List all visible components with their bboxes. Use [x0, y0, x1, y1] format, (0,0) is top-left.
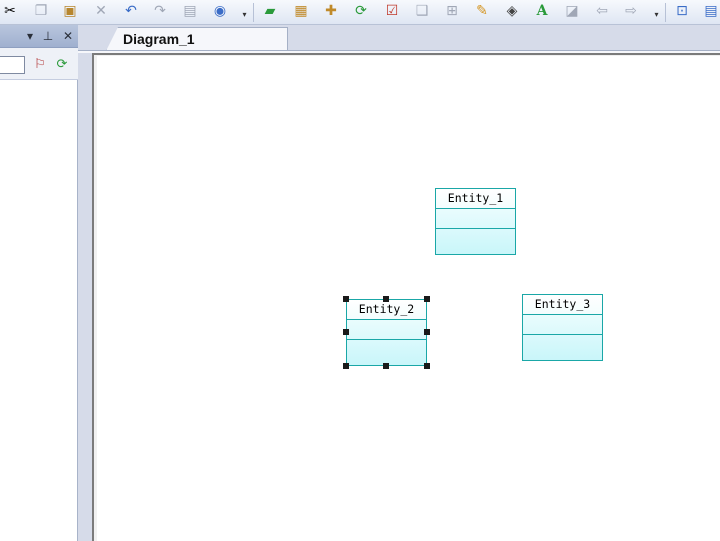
- add-icon[interactable]: ✚: [322, 2, 340, 20]
- fill-icon[interactable]: ◈: [503, 2, 521, 20]
- model-icon[interactable]: ⊡: [673, 2, 691, 20]
- entity-name: Entity_3: [523, 295, 602, 315]
- redo-icon[interactable]: ↷: [151, 2, 169, 20]
- entity-methods-section: [436, 229, 515, 254]
- paste-icon[interactable]: ▣: [61, 2, 79, 20]
- main-toolbar: ✂ ❐ ▣ ✕ ↶ ↷ ▤ ◉ ▾ ▰ ▦ ✚ ⟳ ☑ ❑ ⊞ ✎ ◈ A ◪ …: [0, 0, 720, 25]
- pin-icon[interactable]: ⊥: [40, 28, 56, 44]
- refresh-icon[interactable]: ⟳: [54, 57, 70, 73]
- cut-icon[interactable]: ✂: [1, 2, 19, 20]
- entity-attributes-section: [347, 320, 426, 340]
- refresh-icon[interactable]: ⟳: [352, 2, 370, 20]
- dropdown-arrow-icon[interactable]: ▾: [22, 28, 38, 44]
- entity-methods-section: [523, 335, 602, 360]
- selection-handle-left[interactable]: [343, 329, 349, 335]
- selection-handle-bottom[interactable]: [383, 363, 389, 369]
- layout-icon[interactable]: ⊞: [443, 2, 461, 20]
- panel-header: ▾ ⊥ ✕: [0, 25, 78, 48]
- selection-handle-top[interactable]: [383, 296, 389, 302]
- frame-icon[interactable]: ❑: [413, 2, 431, 20]
- paste-special-icon[interactable]: ▦: [292, 2, 310, 20]
- close-icon[interactable]: ✕: [60, 28, 76, 44]
- selection-handle-bottom-left[interactable]: [343, 363, 349, 369]
- document-tabstrip: Diagram_1: [78, 25, 720, 51]
- selection-handle-top-right[interactable]: [424, 296, 430, 302]
- selection-handle-top-left[interactable]: [343, 296, 349, 302]
- find-icon[interactable]: ◉: [211, 2, 229, 20]
- new-diagram-icon[interactable]: ▰: [261, 2, 279, 20]
- entity-box[interactable]: Entity_1: [435, 188, 516, 255]
- toolbar-overflow-chevron-icon[interactable]: ▾: [240, 8, 249, 22]
- selection-handle-right[interactable]: [424, 329, 430, 335]
- entity-attributes-section: [436, 209, 515, 229]
- entity-box[interactable]: Entity_3: [522, 294, 603, 361]
- toolbar-separator: [253, 3, 254, 22]
- entity-attributes-section: [523, 315, 602, 335]
- properties-icon[interactable]: ▤: [181, 2, 199, 20]
- font-icon[interactable]: A: [533, 2, 551, 20]
- left-dock-panel: ▾ ⊥ ✕ ⚐ ⟳: [0, 25, 78, 541]
- undo-icon[interactable]: ↶: [122, 2, 140, 20]
- filter-clear-icon[interactable]: ⚐: [32, 57, 48, 73]
- model-icon[interactable]: ▤: [702, 2, 720, 20]
- brush-icon[interactable]: ✎: [473, 2, 491, 20]
- entity-name: Entity_2: [347, 300, 426, 320]
- selection-handle-bottom-right[interactable]: [424, 363, 430, 369]
- copy-icon[interactable]: ❐: [32, 2, 50, 20]
- entity-box[interactable]: Entity_2: [346, 299, 427, 366]
- back-icon[interactable]: ⇦: [593, 2, 611, 20]
- forward-icon[interactable]: ⇨: [622, 2, 640, 20]
- toolbar-overflow-chevron-icon[interactable]: ▾: [652, 8, 661, 22]
- shadow-icon[interactable]: ◪: [563, 2, 581, 20]
- entity-name: Entity_1: [436, 189, 515, 209]
- toolbar-separator: [665, 3, 666, 22]
- panel-tools: ⚐ ⟳: [0, 48, 78, 80]
- delete-icon[interactable]: ✕: [92, 2, 110, 20]
- panel-search-input[interactable]: [0, 56, 25, 74]
- entity-methods-section: [347, 340, 426, 365]
- tab-diagram[interactable]: Diagram_1: [106, 27, 288, 51]
- checklist-icon[interactable]: ☑: [383, 2, 401, 20]
